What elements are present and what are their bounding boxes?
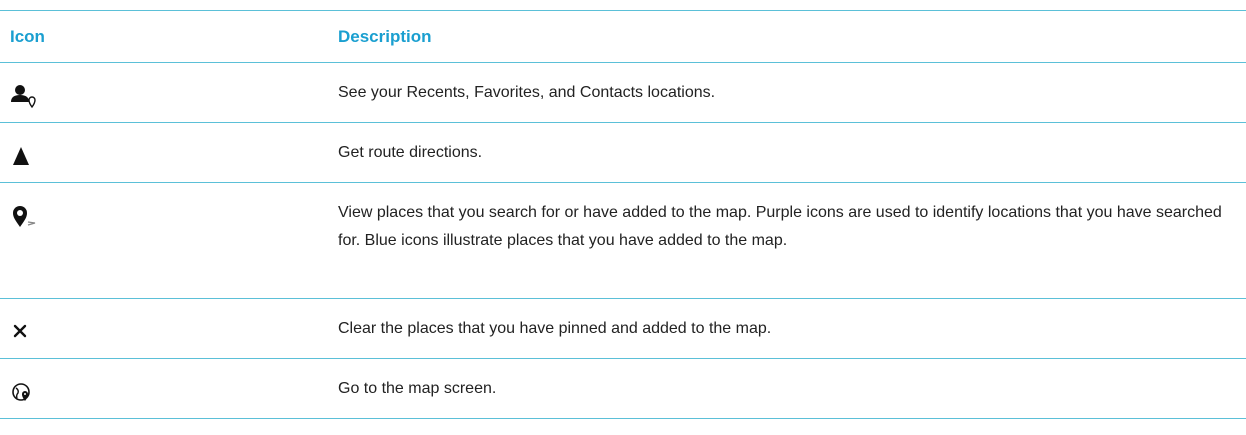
table-row: View places that you search for or have … [0,183,1246,299]
description-cell: Go to the map screen. [338,380,497,397]
description-cell: Clear the places that you have pinned an… [338,320,772,337]
table-row: Clear the places that you have pinned an… [0,299,1246,359]
icon-cell [0,123,338,182]
icon-cell [0,63,338,122]
map-pin-icon [10,203,38,229]
navigation-arrow-icon [10,143,38,169]
table-header-row: Icon Description [0,10,1246,63]
close-icon [10,319,38,345]
header-icon: Icon [10,26,45,46]
contact-location-icon [10,83,38,109]
table-row: See your Recents, Favorites, and Contact… [0,63,1246,123]
table-row: Get route directions. [0,123,1246,183]
icon-cell [0,299,338,358]
icon-description-table: Icon Description See your Recents, Favor… [0,10,1246,419]
header-description: Description [338,26,432,46]
icon-cell [0,183,338,298]
description-cell: View places that you search for or have … [338,204,1222,249]
globe-pin-icon [10,379,38,405]
icon-cell [0,359,338,418]
table-row: Go to the map screen. [0,359,1246,419]
description-cell: See your Recents, Favorites, and Contact… [338,84,716,101]
description-cell: Get route directions. [338,144,483,161]
